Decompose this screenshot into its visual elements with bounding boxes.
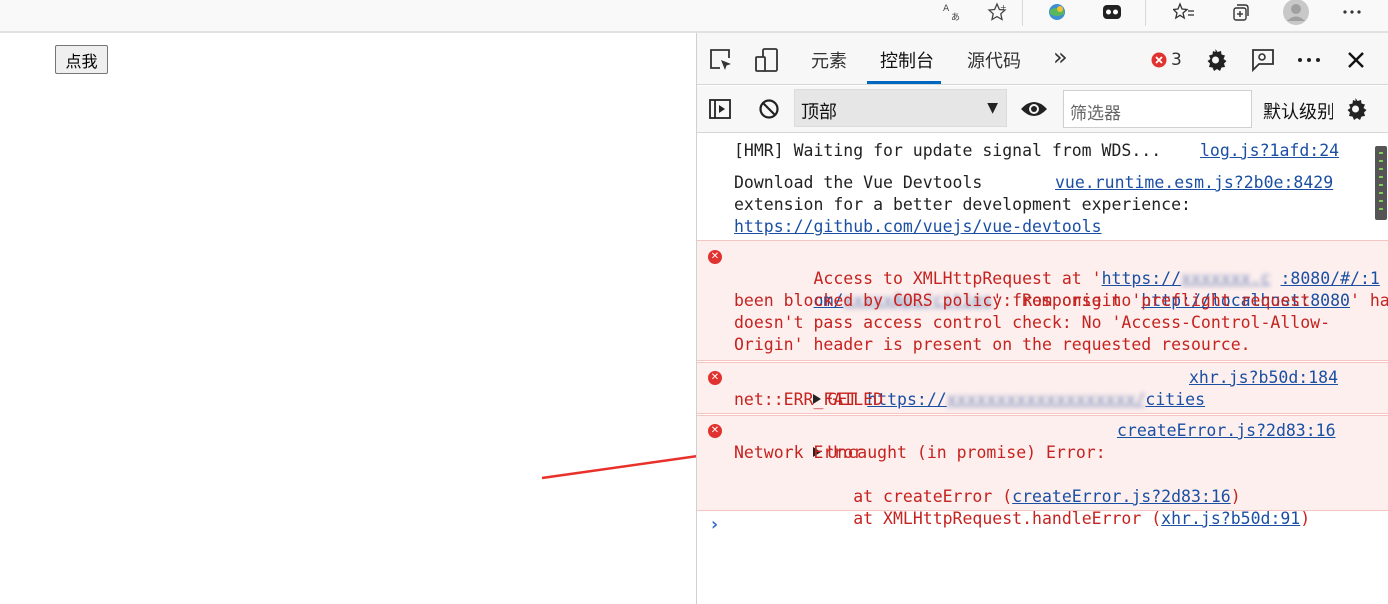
message-text: been blocked by CORS policy: Response to… <box>734 291 1311 310</box>
console-message: [HMR] Waiting for update signal from WDS… <box>697 140 1388 166</box>
message-source-link[interactable]: createError.js?2d83:16 <box>1117 420 1336 442</box>
more-dots-icon[interactable] <box>1295 46 1323 74</box>
message-fragment: at XMLHttpRequest.handleError ( <box>813 509 1162 528</box>
console-message: Download the Vue Devtools vue.runtime.es… <box>697 172 1388 242</box>
tab-console[interactable]: 控制台 <box>880 47 934 73</box>
extension-mask-icon[interactable] <box>1100 0 1124 24</box>
close-icon[interactable] <box>1343 47 1369 73</box>
stack-frame: at XMLHttpRequest.handleError (xhr.js?b5… <box>734 486 1310 552</box>
profile-avatar-icon[interactable] <box>1282 0 1310 25</box>
error-circle-icon: ✕ <box>708 424 722 438</box>
message-text: doesn't pass access control check: No 'A… <box>734 313 1331 332</box>
extension-globe-icon[interactable] <box>1045 0 1069 24</box>
console-error-message: ✕ GET https://xxxxxxxxxxxxxxxxxxx/cities… <box>697 362 1388 414</box>
caret-down-icon: ▼ <box>987 100 998 116</box>
message-fragment: Uncaught (in promise) Error: <box>827 443 1106 462</box>
active-tab-indicator <box>867 81 941 84</box>
message-source-link[interactable]: vue.runtime.esm.js?2b0e:8429 <box>1055 172 1333 194</box>
context-select[interactable]: 顶部 ▼ <box>794 89 1007 127</box>
devtools-link[interactable]: https://github.com/vuejs/vue-devtools <box>734 216 1102 238</box>
error-circle-icon: ✕ <box>708 250 722 264</box>
message-text: Origin' header is present on the request… <box>734 335 1251 354</box>
favorites-list-icon[interactable] <box>1172 0 1196 24</box>
device-emulation-icon[interactable] <box>753 46 781 74</box>
console-output: [HMR] Waiting for update signal from WDS… <box>697 134 1388 604</box>
console-filter-bar: 顶部 ▼ 筛选器 默认级别 <box>697 86 1388 133</box>
svg-text:A: A <box>943 4 950 14</box>
inspect-element-icon[interactable] <box>707 46 735 74</box>
menu-dots-icon[interactable] <box>1340 0 1364 24</box>
click-me-button[interactable]: 点我 <box>55 45 108 74</box>
devtools-panel: 元素 控制台 源代码 » 3 顶部 ▼ 筛选器 默认级别 [HMR] Waiti… <box>696 33 1388 604</box>
feedback-icon[interactable] <box>1249 46 1277 74</box>
request-url-link[interactable]: cities <box>1145 390 1205 409</box>
eye-icon[interactable] <box>1019 96 1049 122</box>
console-scrollbar[interactable] <box>1375 146 1387 220</box>
message-text: Network Error <box>734 443 864 462</box>
filter-input[interactable]: 筛选器 <box>1063 90 1252 128</box>
message-text: extension for a better development exper… <box>734 195 1191 214</box>
context-select-value: 顶部 <box>801 102 837 123</box>
message-source-link[interactable]: xhr.js?b50d:184 <box>1189 367 1338 389</box>
message-text: [HMR] Waiting for update signal from WDS… <box>734 141 1162 160</box>
svg-text:+: + <box>1000 3 1007 12</box>
message-fragment: ' has <box>1349 291 1388 310</box>
console-error-message: ✕ Access to XMLHttpRequest at 'https://x… <box>697 240 1388 361</box>
svg-text:あ: あ <box>951 12 960 22</box>
sidebar-toggle-icon[interactable] <box>707 96 733 122</box>
settings-gear-icon[interactable] <box>1343 95 1371 123</box>
message-source-link[interactable]: log.js?1afd:24 <box>1200 140 1339 162</box>
stack-frame-link[interactable]: xhr.js?b50d:91 <box>1161 509 1300 528</box>
request-url-link[interactable]: xxxxxxxxxxxxxxxxxxx/ <box>947 390 1146 409</box>
translate-icon[interactable]: Aあ <box>940 0 964 24</box>
tab-elements[interactable]: 元素 <box>811 47 847 73</box>
error-circle-icon: ✕ <box>708 371 722 385</box>
favorite-star-icon[interactable]: + <box>985 0 1009 24</box>
collections-icon[interactable] <box>1228 0 1252 24</box>
message-text: Download the Vue Devtools <box>734 173 983 192</box>
message-fragment: ) <box>1300 509 1311 528</box>
settings-gear-icon[interactable] <box>1203 46 1231 74</box>
browser-toolbar: Aあ + <box>0 0 1388 33</box>
message-text: net::ERR_FAILED <box>734 390 884 409</box>
console-error-message: ✕ Uncaught (in promise) Error: createErr… <box>697 415 1388 528</box>
error-circle-icon[interactable] <box>1151 52 1167 68</box>
devtools-toolbar: 元素 控制台 源代码 » 3 <box>697 33 1388 85</box>
tab-sources[interactable]: 源代码 <box>967 47 1021 73</box>
clear-console-icon[interactable] <box>756 96 782 122</box>
toolbar-divider <box>1022 0 1023 26</box>
log-levels-dropdown[interactable]: 默认级别 <box>1263 98 1333 124</box>
more-tabs-button[interactable]: » <box>1053 43 1068 71</box>
toolbar-divider <box>1145 0 1146 26</box>
error-count[interactable]: 3 <box>1171 50 1182 70</box>
console-prompt[interactable]: › <box>709 514 720 536</box>
